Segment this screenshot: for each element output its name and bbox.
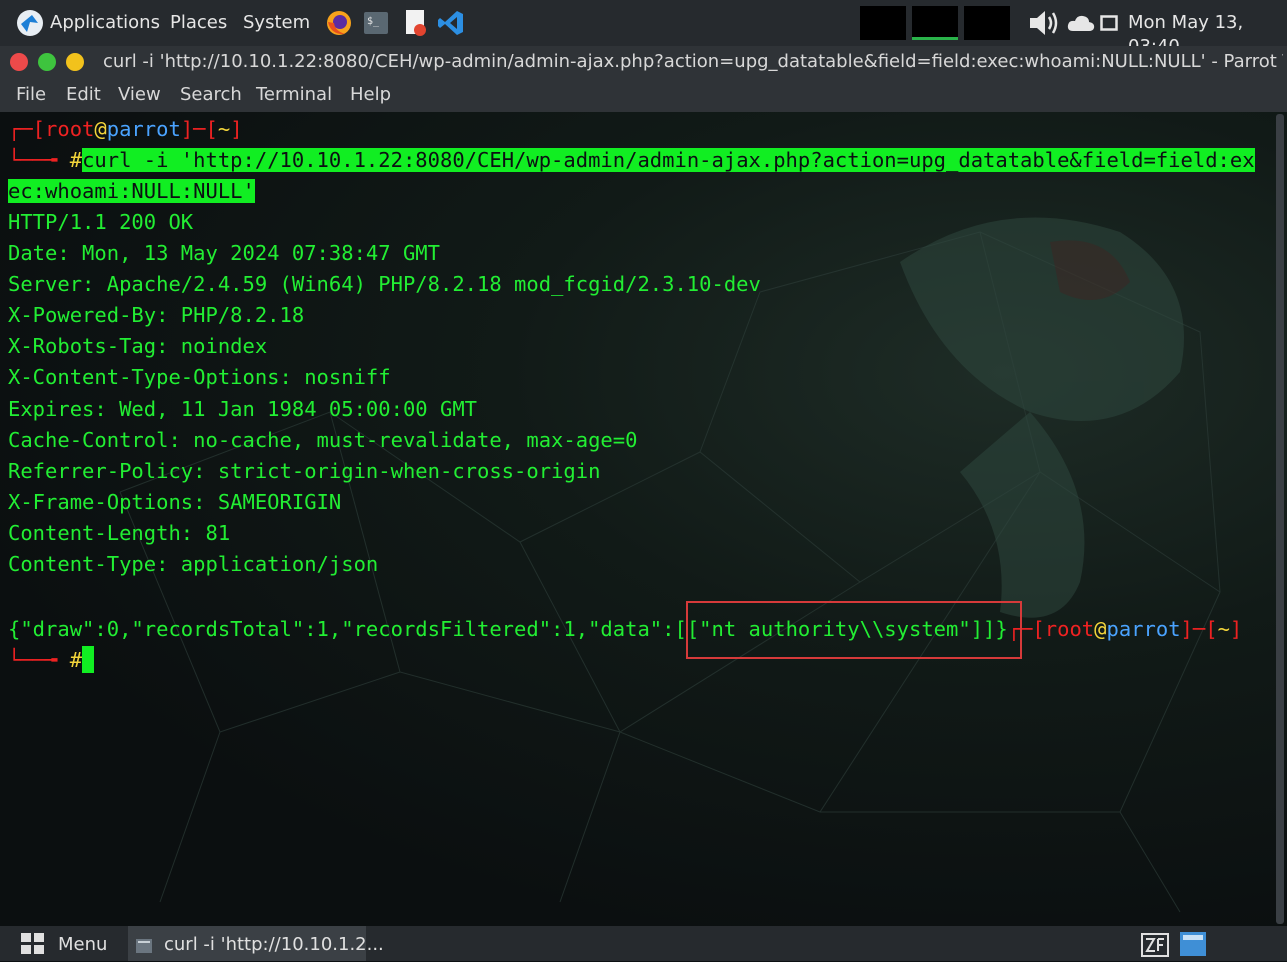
prompt-host-2: parrot [1106,617,1181,641]
prompt-mid-2: ]─[ [1180,617,1218,641]
system-menu[interactable]: System [243,11,310,35]
firefox-icon[interactable] [325,9,353,37]
prompt-close-2: ] [1229,617,1243,641]
applications-menu[interactable]: Applications [50,11,160,35]
command-line-wrap: ec:whoami:NULL:NULL' [8,176,255,207]
prompt-hash-2: # [69,648,83,672]
header-x-frame-options: X-Frame-Options: SAMEORIGIN [8,490,342,514]
prompt-corner: └──╼ [8,148,70,172]
menu-button[interactable]: Menu [58,934,107,956]
current-prompt-line[interactable]: └──╼ # [8,645,95,676]
show-desktop-icon[interactable] [1180,932,1206,961]
text-cursor [82,646,95,673]
json-response-line: {"draw":0,"recordsTotal":1,"recordsFilte… [8,614,1242,645]
menu-terminal[interactable]: Terminal [256,84,332,106]
menu-file[interactable]: File [16,84,46,106]
menu-bar: File Edit View Search Terminal Help [0,78,1287,112]
prompt-hash: # [69,148,83,172]
svg-text:$_: $_ [367,16,380,27]
cloud-icon[interactable] [1067,13,1095,38]
prompt-dir: ~ [217,117,231,141]
taskbar-terminal-button[interactable]: curl -i 'http://10.10.1.2... [128,926,384,961]
prompt-line: ┌─[root@parrot]─[~] [8,114,243,145]
terminal-task-icon [136,937,152,958]
response-status: HTTP/1.1 200 OK [8,210,194,234]
close-button[interactable] [10,53,28,71]
parrot-logo-icon[interactable] [16,9,44,37]
command-line: └──╼ #curl -i 'http://10.10.1.22:8080/CE… [8,145,1255,176]
text-editor-icon[interactable] [402,9,430,37]
header-x-content-type-options: X-Content-Type-Options: nosniff [8,365,391,389]
places-menu[interactable]: Places [170,11,227,35]
header-server: Server: Apache/2.4.59 (Win64) PHP/8.2.18… [8,272,761,296]
header-expires: Expires: Wed, 11 Jan 1984 05:00:00 GMT [8,397,477,421]
result-highlight-box [686,601,1022,659]
header-date: Date: Mon, 13 May 2024 07:38:47 GMT [8,241,440,265]
header-x-powered-by: X-Powered-By: PHP/8.2.18 [8,303,305,327]
workspace-1[interactable] [860,6,906,40]
top-panel: Applications Places System $_ Mon May 13… [0,0,1287,57]
menu-view[interactable]: View [118,84,161,106]
prompt-corner-2: └──╼ [8,648,70,672]
header-x-robots-tag: X-Robots-Tag: noindex [8,334,268,358]
json-body: {"draw":0,"recordsTotal":1,"recordsFilte… [8,617,675,641]
header-content-type: Content-Type: application/json [8,552,379,576]
menu-search[interactable]: Search [180,84,242,106]
prompt-open: ┌─[ [8,117,46,141]
prompt-at-2: @ [1094,617,1107,641]
workspace-3[interactable] [964,6,1010,40]
header-content-length: Content-Length: 81 [8,521,231,545]
prompt-dir-2: ~ [1217,617,1230,641]
maximize-button[interactable] [66,53,84,71]
prompt-user-2: root [1044,617,1095,641]
window-title: curl -i 'http://10.10.1.22:8080/CEH/wp-a… [103,51,1283,72]
prompt-user: root [45,117,95,141]
header-cache-control: Cache-Control: no-cache, must-revalidate… [8,428,638,452]
vscode-icon[interactable] [437,9,465,37]
command-text: curl -i 'http://10.10.1.22:8080/CEH/wp-a… [82,148,1255,172]
minimize-button[interactable] [38,53,56,71]
terminal-launcher-icon[interactable]: $_ [362,9,390,37]
prompt-host: parrot [106,117,181,141]
menu-edit[interactable]: Edit [66,84,101,106]
prompt-at: @ [94,117,107,141]
window-title-bar[interactable]: curl -i 'http://10.10.1.22:8080/CEH/wp-a… [0,46,1287,78]
header-referrer-policy: Referrer-Policy: strict-origin-when-cros… [8,459,601,483]
bottom-panel: Menu curl -i 'http://10.10.1.2... [0,926,1287,961]
command-text-continued: ec:whoami:NULL:NULL' [8,179,255,203]
keyboard-layout-icon[interactable] [1141,933,1169,962]
screen-icon[interactable] [1100,15,1118,36]
terminal-area[interactable]: ┌─[root@parrot]─[~] └──╼ #curl -i 'http:… [0,112,1287,926]
taskbar-terminal-label: curl -i 'http://10.10.1.2... [164,934,384,955]
terminal-scrollbar[interactable] [1276,114,1284,924]
menu-grid-icon[interactable] [21,933,45,960]
workspace-2[interactable] [912,6,958,40]
prompt-mid: ]─[ [180,117,218,141]
menu-help[interactable]: Help [350,84,391,106]
volume-icon[interactable] [1028,9,1064,42]
prompt-close: ] [230,117,243,141]
